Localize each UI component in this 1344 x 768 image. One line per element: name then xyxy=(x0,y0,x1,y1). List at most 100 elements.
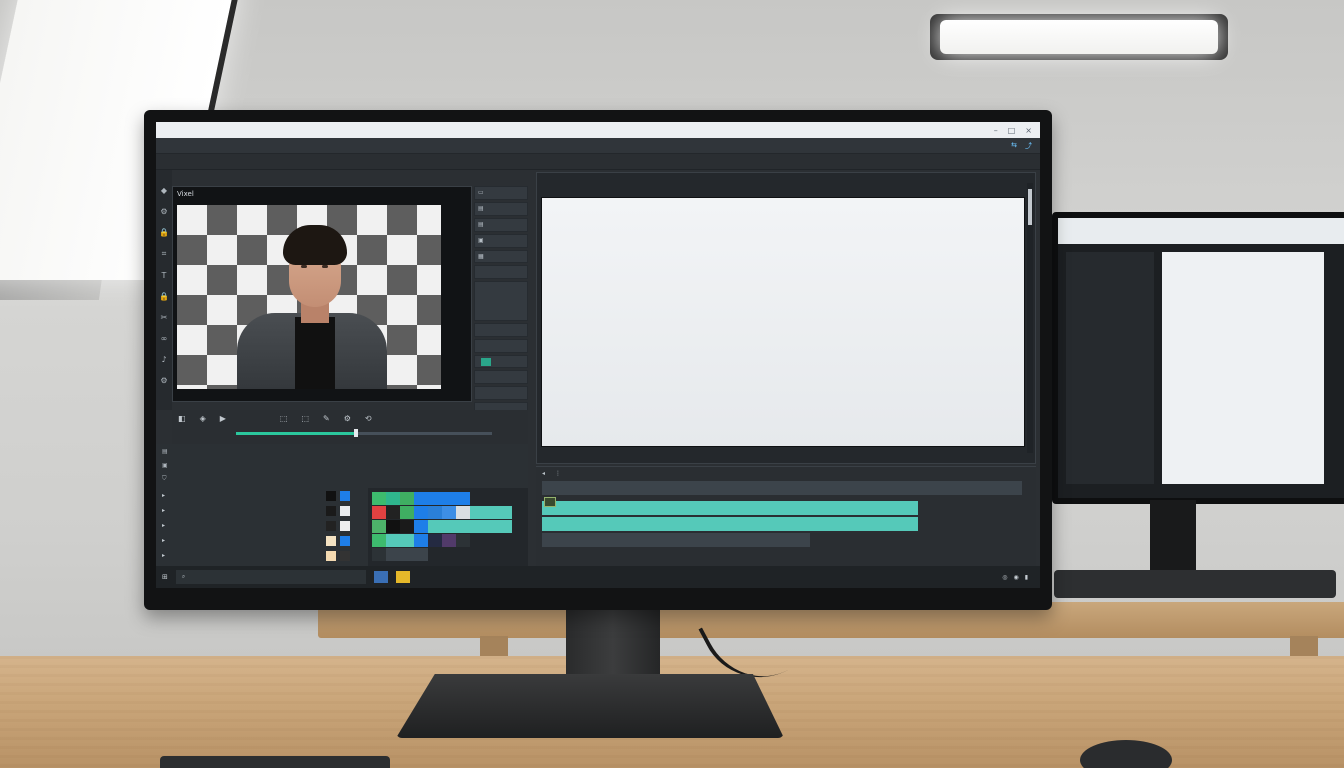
program-footer xyxy=(537,449,1035,463)
lock-icon[interactable]: 🔒 xyxy=(159,292,169,301)
scrollbar-thumb[interactable] xyxy=(1028,189,1032,225)
timeline-header: ◂ ⋮ xyxy=(536,467,1036,479)
lock-icon[interactable]: 🔒 xyxy=(159,228,169,237)
maximize-button[interactable]: □ xyxy=(1008,126,1016,135)
title-bar: – □ × xyxy=(156,122,1040,138)
tool-row[interactable] xyxy=(474,265,528,280)
link-icon[interactable]: ∞ xyxy=(161,334,168,343)
audio-icon[interactable]: ♪ xyxy=(161,355,166,364)
filter-icon[interactable]: ⛉ xyxy=(162,475,167,483)
crop-icon[interactable]: ⌗ xyxy=(162,249,167,259)
razor-tool-icon[interactable]: ✂ xyxy=(161,313,168,322)
thumb xyxy=(340,520,350,531)
tool-row[interactable] xyxy=(474,386,528,401)
ceiling-lamp xyxy=(930,14,1228,60)
photo-scene: – □ × ⇆ ⤴ ◆ ⚙ 🔒 ⌗ T 🔒 ✂ ∞ ♪ ⚙ Vixel ▭ ▤ … xyxy=(0,0,1344,768)
mark-out-icon[interactable]: ⬚ xyxy=(301,414,309,423)
thumb xyxy=(340,505,350,516)
taskbar-search[interactable]: ⌕ xyxy=(175,570,366,584)
pen-icon[interactable]: ✎ xyxy=(323,414,330,423)
minimize-button[interactable]: – xyxy=(994,126,998,135)
background-monitor-stand xyxy=(1150,500,1196,574)
tool-row[interactable]: ▤ xyxy=(474,201,528,216)
thumb xyxy=(326,505,336,516)
start-icon[interactable]: ⊞ xyxy=(162,573,168,581)
tool-row[interactable]: ▤ xyxy=(474,217,528,232)
media-bin: ▤ ▣ ⛉ ▸ ▸ ▸ ▸ ▸ ▸ xyxy=(156,444,528,580)
list-item[interactable]: ▸ xyxy=(156,548,356,563)
list-item[interactable]: ▸ xyxy=(156,518,356,533)
network-icon[interactable]: ◎ xyxy=(1002,574,1007,581)
audio-clip[interactable] xyxy=(542,533,810,547)
clip-thumbnail xyxy=(544,497,556,507)
clip-icon: ▸ xyxy=(162,537,166,544)
settings-icon[interactable]: ⚙ xyxy=(160,207,167,216)
source-viewer[interactable]: Vixel xyxy=(172,186,472,402)
folder-icon: ▣ xyxy=(162,461,168,469)
timeline-icon[interactable]: ◂ xyxy=(542,470,545,477)
tool-row[interactable] xyxy=(474,338,528,353)
share-icon[interactable]: ⤴ xyxy=(1025,141,1032,151)
thumb xyxy=(326,535,336,546)
text-tool-icon[interactable]: T xyxy=(162,271,167,280)
volume-icon[interactable]: ◉ xyxy=(1013,574,1018,581)
menu-bar: ⇆ ⤴ xyxy=(156,138,1040,154)
tool-row[interactable] xyxy=(474,370,528,385)
thumb xyxy=(340,550,350,561)
gear-icon[interactable]: ⚙ xyxy=(160,376,167,385)
image-icon: ▦ xyxy=(478,252,484,260)
app-icon[interactable] xyxy=(373,571,388,583)
play-icon[interactable]: ▶ xyxy=(220,414,226,423)
tool-row[interactable]: ▦ xyxy=(474,249,528,264)
taskbar: ⊞ ⌕ ◎ ◉ ▮ xyxy=(156,566,1040,588)
transport-controls: ◧ ◈ ▶ ⬚ ⬚ ✎ ⚙ ⟲ xyxy=(172,410,528,444)
timeline-menu-icon[interactable]: ⋮ xyxy=(555,470,561,477)
program-tabs xyxy=(537,173,1035,187)
thumb xyxy=(326,490,336,501)
tool-icon: ▭ xyxy=(478,189,484,197)
system-tray: ◎ ◉ ▮ xyxy=(1002,574,1034,581)
clip-icon: ▸ xyxy=(162,507,166,514)
program-monitor xyxy=(536,172,1036,464)
color-swatch xyxy=(481,357,491,366)
marker-icon[interactable]: ◈ xyxy=(200,414,206,423)
monitor: – □ × ⇆ ⤴ ◆ ⚙ 🔒 ⌗ T 🔒 ✂ ∞ ♪ ⚙ Vixel ▭ ▤ … xyxy=(144,110,1052,610)
sync-icon[interactable]: ⇆ xyxy=(1011,141,1017,151)
gear-icon[interactable]: ⚙ xyxy=(344,414,351,423)
search-icon: ⌕ xyxy=(181,573,186,580)
scrollbar[interactable] xyxy=(1027,183,1033,453)
list-item[interactable]: ▸ xyxy=(156,503,356,518)
thumb xyxy=(326,550,336,561)
camera-icon[interactable]: ◧ xyxy=(178,414,186,423)
tool-row[interactable] xyxy=(474,322,528,337)
folder-icon[interactable] xyxy=(395,571,410,583)
tool-row[interactable]: ▭ xyxy=(474,186,528,200)
bin-header: ▤ xyxy=(156,444,528,458)
battery-icon[interactable]: ▮ xyxy=(1025,574,1028,581)
scrubber[interactable] xyxy=(236,429,492,437)
timeline: ◂ ⋮ xyxy=(536,466,1036,566)
color-grid-panel[interactable] xyxy=(368,488,528,578)
playhead[interactable] xyxy=(354,429,359,437)
list-item[interactable]: ▸ xyxy=(156,533,356,548)
badge xyxy=(340,490,350,501)
left-tool-strip: ◆ ⚙ 🔒 ⌗ T 🔒 ✂ ∞ ♪ ⚙ xyxy=(156,170,172,410)
close-button[interactable]: × xyxy=(1025,126,1032,135)
link-icon[interactable]: ⟲ xyxy=(365,414,372,423)
person-subject xyxy=(237,225,387,389)
thumb xyxy=(326,520,336,531)
mark-in-icon[interactable]: ⬚ xyxy=(280,414,288,423)
bin-subheader: ▣ xyxy=(156,458,528,472)
list-item[interactable]: ▸ xyxy=(156,488,356,503)
select-tool-icon[interactable]: ◆ xyxy=(161,186,167,195)
bin-list: ▸ ▸ ▸ ▸ ▸ ▸ xyxy=(156,488,356,578)
program-preview[interactable] xyxy=(541,197,1025,447)
tool-row[interactable]: ▣ xyxy=(474,233,528,248)
video-clip[interactable] xyxy=(542,501,918,515)
scrubber-progress xyxy=(236,432,357,435)
bin-columns: ⛉ xyxy=(156,472,528,486)
tool-panel-spacer xyxy=(474,281,528,321)
video-clip[interactable] xyxy=(542,517,918,531)
tool-row[interactable] xyxy=(474,354,528,369)
background-keyboard xyxy=(1054,570,1336,598)
